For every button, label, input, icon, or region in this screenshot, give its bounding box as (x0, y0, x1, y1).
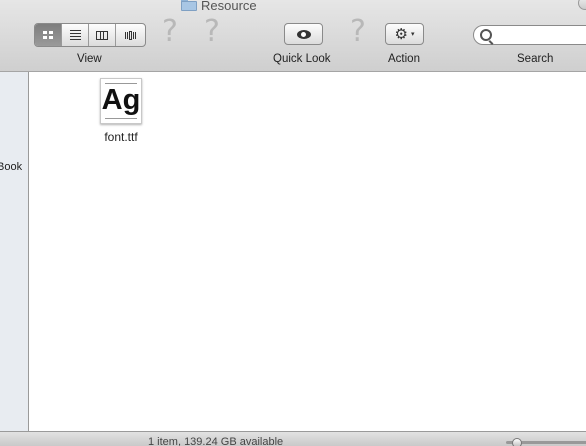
icon-view-icon (43, 31, 53, 39)
sidebar: Book (0, 72, 29, 431)
quick-look-button[interactable] (284, 23, 323, 45)
view-mode-control (34, 23, 146, 47)
unknown-item-icon[interactable]: ? (162, 17, 178, 47)
file-item[interactable]: Ag font.ttf (96, 78, 146, 144)
column-view-button[interactable] (89, 24, 116, 46)
action-label: Action (388, 53, 420, 65)
search-icon (480, 29, 492, 41)
list-view-button[interactable] (62, 24, 89, 46)
coverflow-view-icon (125, 30, 136, 40)
sidebar-item-book[interactable]: Book (0, 161, 22, 173)
toolbar-toggle-button[interactable] (578, 0, 586, 10)
column-view-icon (96, 30, 108, 40)
search-input[interactable] (496, 27, 586, 45)
list-view-icon (69, 30, 81, 40)
search-label: Search (517, 53, 554, 65)
unknown-item-icon[interactable]: ? (204, 17, 220, 47)
chevron-down-icon: ▾ (410, 31, 415, 38)
file-name: font.ttf (104, 130, 138, 144)
window-title: Resource (181, 0, 257, 13)
font-file-icon: Ag (100, 78, 142, 124)
font-preview-text: Ag (101, 84, 141, 116)
status-bar: 1 item, 139.24 GB available (0, 431, 586, 446)
view-label: View (77, 53, 102, 65)
unknown-item-icon[interactable]: ? (350, 17, 366, 47)
action-menu-button[interactable]: ⚙ ▾ (385, 23, 424, 45)
window-title-text: Resource (201, 0, 257, 13)
toolbar: Resource ? ? ? ⚙ ▾ View Quick Look Actio… (0, 0, 586, 72)
icon-view-button[interactable] (35, 24, 62, 46)
quick-look-label: Quick Look (273, 53, 331, 65)
coverflow-view-button[interactable] (116, 24, 145, 46)
gear-icon: ⚙ (394, 25, 408, 43)
search-field[interactable] (473, 25, 586, 45)
folder-icon (181, 0, 197, 11)
eye-icon (296, 29, 311, 39)
